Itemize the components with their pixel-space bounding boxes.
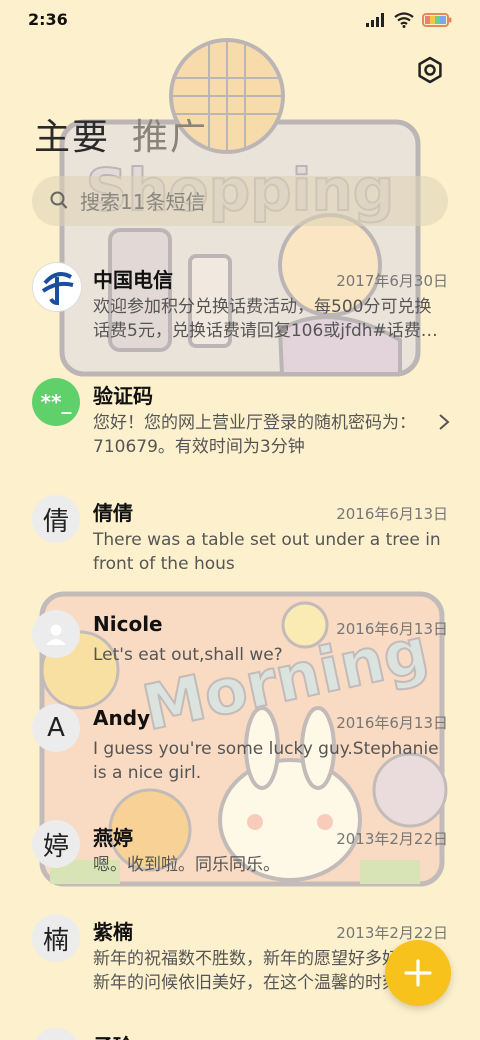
contact-avatar <box>32 610 80 658</box>
conversation-item[interactable]: A Andy 2016年6月13日 I guess you're some lu… <box>0 704 480 794</box>
conversation-date: 2016年6月13日 <box>336 714 448 732</box>
chevron-right-icon <box>439 414 450 430</box>
conversation-date: 2016年6月13日 <box>336 620 448 638</box>
conversation-name: 中国电信 <box>93 268 173 292</box>
contact-avatar <box>32 1028 80 1040</box>
conversation-preview: Let's eat out,shall we? <box>93 645 283 665</box>
gear-icon <box>418 56 442 84</box>
plus-icon <box>404 959 432 987</box>
tab-promotions[interactable]: 推广 <box>132 108 208 160</box>
contact-avatar: 楠 <box>32 914 80 962</box>
tab-main[interactable]: 主要 <box>34 108 110 160</box>
conversation-name: 子玲 <box>93 1030 133 1040</box>
conversation-date: 2013年2月22日 <box>336 830 448 848</box>
conversation-preview: 欢迎参加积分兑换话费活动，每500分可兑换话费5元，兑换话费请回复106或jfd… <box>93 297 438 341</box>
conversation-item[interactable]: **_ 验证码 您好！您的网上营业厅登录的随机密码为：710679。有效时间为3… <box>0 378 480 468</box>
conversation-name: 紫楠 <box>93 920 133 944</box>
conversation-item[interactable]: Nicole 2016年6月13日 Let's eat out,shall we… <box>0 610 480 680</box>
settings-button[interactable] <box>414 54 446 86</box>
conversation-preview: I guess you're some lucky guy.Stephanie … <box>93 739 439 783</box>
conversation-item[interactable]: 中国电信 2017年6月30日 欢迎参加积分兑换话费活动，每500分可兑换话费5… <box>0 262 480 352</box>
conversation-item[interactable]: 婷 燕婷 2013年2月22日 嗯。收到啦。同乐同乐。 <box>0 820 480 890</box>
conversation-item[interactable]: 倩 倩倩 2016年6月13日 There was a table set ou… <box>0 495 480 585</box>
compose-button[interactable] <box>385 940 451 1006</box>
search-bar[interactable] <box>32 176 448 226</box>
search-input[interactable] <box>78 184 422 220</box>
conversation-name: 验证码 <box>93 384 153 408</box>
conversation-name: 燕婷 <box>93 826 133 850</box>
contact-avatar: 倩 <box>32 495 80 543</box>
conversation-date: 2016年6月13日 <box>336 505 448 523</box>
conversation-preview: 嗯。收到啦。同乐同乐。 <box>93 855 280 875</box>
china-telecom-logo <box>32 262 82 312</box>
conversation-name: Andy <box>93 706 151 730</box>
status-time: 2:36 <box>28 10 68 29</box>
conversation-preview: 您好！您的网上营业厅登录的随机密码为：710679。有效时间为3分钟 <box>93 413 416 457</box>
contact-avatar: 婷 <box>32 820 80 868</box>
conversation-item[interactable]: 子玲 <box>0 1028 480 1040</box>
signal-icon <box>366 13 384 27</box>
contact-avatar: A <box>32 704 80 752</box>
person-icon <box>46 624 66 645</box>
conversation-name: 倩倩 <box>93 501 133 525</box>
wifi-icon <box>394 12 414 28</box>
conversation-date: 2017年6月30日 <box>336 272 448 290</box>
verification-avatar: **_ <box>32 378 80 426</box>
conversation-name: Nicole <box>93 612 163 636</box>
conversation-date: 2013年2月22日 <box>336 924 448 942</box>
status-bar: 2:36 <box>0 0 480 40</box>
tab-bar: 主要 推广 <box>34 108 208 160</box>
telecom-logo-icon <box>41 272 74 306</box>
battery-icon <box>422 13 452 27</box>
search-icon <box>50 191 68 209</box>
conversation-preview: There was a table set out under a tree i… <box>93 530 441 574</box>
